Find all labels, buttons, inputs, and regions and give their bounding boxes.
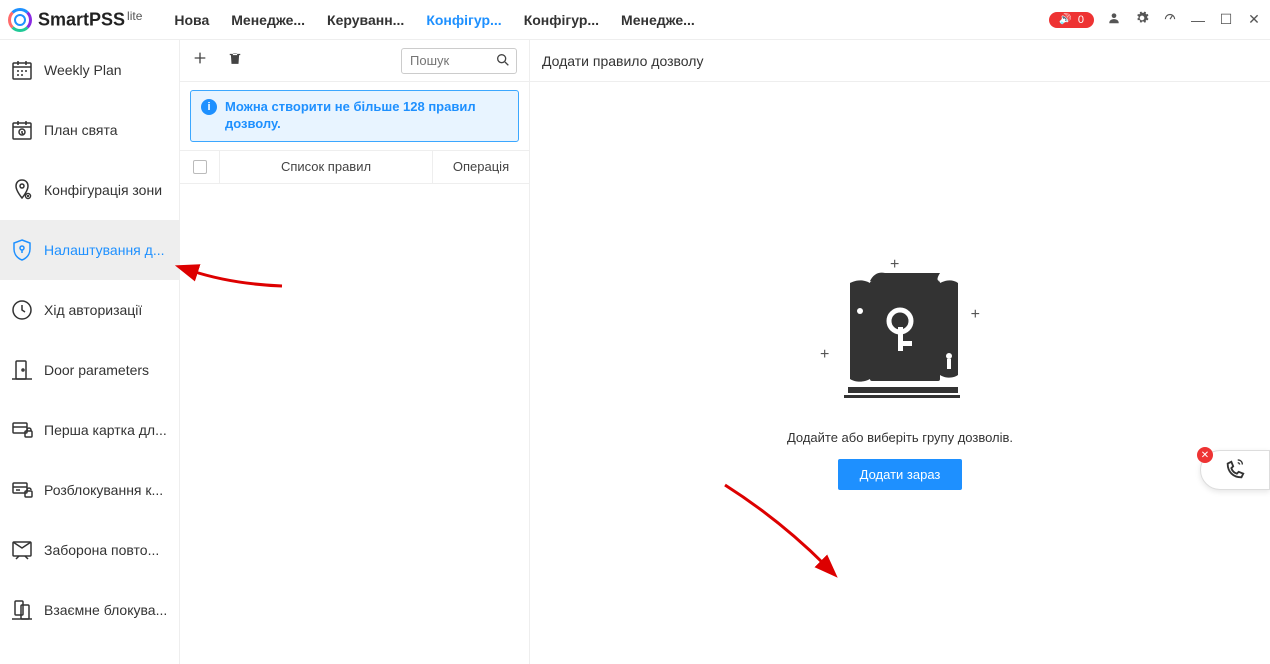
sidebar-item-label: Weekly Plan <box>44 62 122 78</box>
door-icon <box>10 358 34 382</box>
speed-icon[interactable] <box>1162 11 1178 28</box>
sidebar-item-first-card[interactable]: Перша картка дл... <box>0 400 179 460</box>
zone-icon <box>10 178 34 202</box>
tab-3[interactable]: Конфігур... <box>426 12 501 28</box>
tab-1[interactable]: Менедже... <box>231 12 305 28</box>
interlock-icon <box>10 598 34 622</box>
app-name: SmartPSSlite <box>38 9 142 31</box>
select-all-cell <box>180 151 220 183</box>
tab-bar: Нова Менедже... Керуванн... Конфігур... … <box>174 12 694 28</box>
titlebar: SmartPSSlite Нова Менедже... Керуванн...… <box>0 0 1270 40</box>
sidebar-item-unlock[interactable]: Розблокування к... <box>0 460 179 520</box>
empty-state: + + + Додайте або виб <box>530 82 1270 664</box>
delete-rule-button[interactable] <box>228 50 242 71</box>
sidebar-item-label: Розблокування к... <box>44 482 163 498</box>
select-all-checkbox[interactable] <box>193 160 207 174</box>
holiday-icon <box>10 118 34 142</box>
maximize-icon[interactable]: ☐ <box>1218 11 1234 28</box>
sidebar-item-label: Конфігурація зони <box>44 182 162 198</box>
sidebar-item-label: Заборона повто... <box>44 542 159 558</box>
sidebar-item-label: Перша картка дл... <box>44 422 167 438</box>
sidebar-item-permission-settings[interactable]: Налаштування д... <box>0 220 179 280</box>
sidebar-item-label: Door parameters <box>44 362 149 378</box>
col-operation: Операція <box>433 151 529 183</box>
sidebar-item-weekly-plan[interactable]: Weekly Plan <box>0 40 179 100</box>
sidebar: Weekly Plan План свята Конфігурація зони… <box>0 40 180 664</box>
floating-call-button[interactable]: ✕ <box>1200 450 1270 490</box>
calendar-icon <box>10 58 34 82</box>
col-rules: Список правил <box>220 151 433 183</box>
tab-5[interactable]: Менедже... <box>621 12 695 28</box>
main-area: Weekly Plan План свята Конфігурація зони… <box>0 40 1270 664</box>
close-icon[interactable]: ✕ <box>1246 11 1262 28</box>
sidebar-item-door-parameters[interactable]: Door parameters <box>0 340 179 400</box>
tab-4[interactable]: Конфігур... <box>524 12 599 28</box>
sidebar-item-label: Хід авторизації <box>44 302 142 318</box>
search-input[interactable] <box>401 48 517 74</box>
info-text: Можна створити не більше 128 правил дозв… <box>225 99 508 133</box>
info-icon: i <box>201 99 217 115</box>
search-box <box>401 48 517 74</box>
sidebar-item-interlock[interactable]: Взаємне блокува... <box>0 580 179 640</box>
add-rule-button[interactable] <box>192 50 208 71</box>
empty-text: Додайте або виберіть групу дозволів. <box>787 430 1013 445</box>
volume-badge[interactable]: 0 <box>1049 12 1094 28</box>
user-icon[interactable] <box>1106 11 1122 28</box>
sidebar-item-holiday-plan[interactable]: План свята <box>0 100 179 160</box>
minimize-icon[interactable]: — <box>1190 12 1206 28</box>
antipassback-icon <box>10 538 34 562</box>
logo-icon <box>8 8 32 32</box>
rules-toolbar <box>180 40 529 82</box>
detail-panel: Додати правило дозволу + + + <box>530 40 1270 664</box>
unlock-icon <box>10 478 34 502</box>
card-lock-icon <box>10 418 34 442</box>
empty-illustration: + + + <box>820 256 980 416</box>
tab-2[interactable]: Керуванн... <box>327 12 404 28</box>
add-now-button[interactable]: Додати зараз <box>838 459 963 490</box>
close-icon[interactable]: ✕ <box>1197 447 1213 463</box>
shield-icon <box>10 238 34 262</box>
window-controls: 0 — ☐ ✕ <box>1049 11 1262 28</box>
sidebar-item-antipassback[interactable]: Заборона повто... <box>0 520 179 580</box>
sidebar-item-label: Налаштування д... <box>44 242 165 258</box>
rules-panel: i Можна створити не більше 128 правил до… <box>180 40 530 664</box>
sidebar-item-auth-progress[interactable]: Хід авторизації <box>0 280 179 340</box>
sidebar-item-zone-config[interactable]: Конфігурація зони <box>0 160 179 220</box>
detail-title: Додати правило дозволу <box>530 40 1270 82</box>
rules-table-header: Список правил Операція <box>180 150 529 184</box>
sidebar-item-label: План свята <box>44 122 118 138</box>
sidebar-item-label: Взаємне блокува... <box>44 602 167 618</box>
gear-icon[interactable] <box>1134 11 1150 28</box>
clock-icon <box>10 298 34 322</box>
tab-0[interactable]: Нова <box>174 12 209 28</box>
phone-icon <box>1224 459 1246 481</box>
info-banner: i Можна створити не більше 128 правил до… <box>190 90 519 142</box>
